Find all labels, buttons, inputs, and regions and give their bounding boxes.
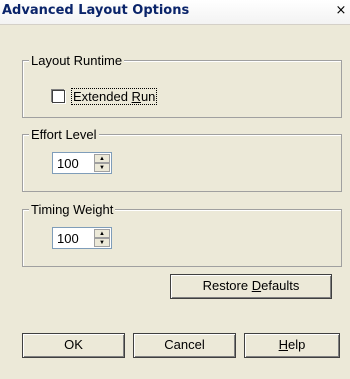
title-bar[interactable]: Advanced Layout Options × [0, 0, 350, 25]
effort-level-group: Effort Level ▲ ▼ [22, 127, 342, 192]
layout-runtime-group: Layout Runtime Extended Run [22, 53, 342, 118]
timing-weight-label: Timing Weight [29, 202, 116, 217]
extended-run-checkbox[interactable] [52, 90, 65, 103]
ok-button[interactable]: OK [22, 333, 125, 358]
restore-defaults-button[interactable]: Restore Defaults [170, 274, 332, 299]
layout-runtime-label: Layout Runtime [29, 53, 125, 68]
effort-level-label: Effort Level [29, 127, 99, 142]
extended-run-label[interactable]: Extended Run [71, 88, 158, 105]
timing-weight-input[interactable] [55, 230, 99, 246]
timing-weight-up-arrow-icon[interactable]: ▲ [94, 229, 110, 238]
close-icon[interactable]: × [334, 4, 348, 18]
effort-level-down-arrow-icon[interactable]: ▼ [94, 163, 110, 172]
timing-weight-down-arrow-icon[interactable]: ▼ [94, 238, 110, 247]
effort-level-up-arrow-icon[interactable]: ▲ [94, 154, 110, 163]
effort-level-input[interactable] [55, 155, 99, 171]
effort-level-spinner[interactable]: ▲ ▼ [52, 152, 112, 174]
cancel-button[interactable]: Cancel [133, 333, 236, 358]
advanced-layout-options-dialog: Advanced Layout Options × Layout Runtime… [0, 0, 350, 379]
help-button[interactable]: Help [244, 333, 340, 358]
timing-weight-group: Timing Weight ▲ ▼ [22, 202, 342, 267]
timing-weight-spinner[interactable]: ▲ ▼ [52, 227, 112, 249]
extended-run-checkbox-row[interactable]: Extended Run [52, 88, 158, 105]
window-title: Advanced Layout Options [2, 3, 190, 18]
